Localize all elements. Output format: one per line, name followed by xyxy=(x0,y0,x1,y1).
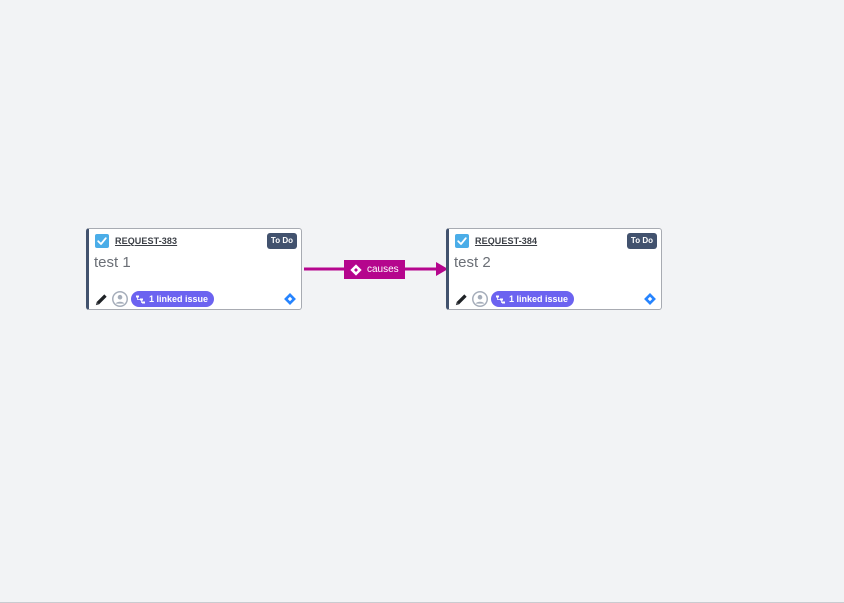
status-badge[interactable]: To Do xyxy=(626,233,657,249)
linked-issues-badge[interactable]: 1 linked issue xyxy=(131,291,215,307)
issue-summary: test 1 xyxy=(94,254,131,271)
issue-card-request-384[interactable]: REQUEST-384 To Do test 2 1 linked issue xyxy=(446,228,662,310)
link-diamond-icon xyxy=(350,263,362,276)
issue-summary: test 2 xyxy=(454,254,491,271)
linked-issues-count: 1 linked issue xyxy=(149,294,209,304)
pencil-icon[interactable] xyxy=(94,292,109,307)
checkbox-task-icon xyxy=(95,234,109,248)
jira-diamond-icon[interactable] xyxy=(284,293,296,305)
link-tree-icon xyxy=(136,295,145,303)
checkbox-task-icon xyxy=(455,234,469,248)
user-avatar-icon[interactable] xyxy=(112,291,128,307)
status-badge[interactable]: To Do xyxy=(266,233,297,249)
jira-diamond-icon[interactable] xyxy=(644,293,656,305)
link-tree-icon xyxy=(496,295,505,303)
issue-key-link[interactable]: REQUEST-384 xyxy=(475,236,537,246)
linked-issues-badge[interactable]: 1 linked issue xyxy=(491,291,575,307)
user-avatar-icon[interactable] xyxy=(472,291,488,307)
issue-key-link[interactable]: REQUEST-383 xyxy=(115,236,177,246)
issue-card-request-383[interactable]: REQUEST-383 To Do test 1 1 linked issue xyxy=(86,228,302,310)
pencil-icon[interactable] xyxy=(454,292,469,307)
linked-issues-count: 1 linked issue xyxy=(509,294,569,304)
relationship-label-text: causes xyxy=(367,264,399,275)
relationship-label[interactable]: causes xyxy=(344,260,405,279)
